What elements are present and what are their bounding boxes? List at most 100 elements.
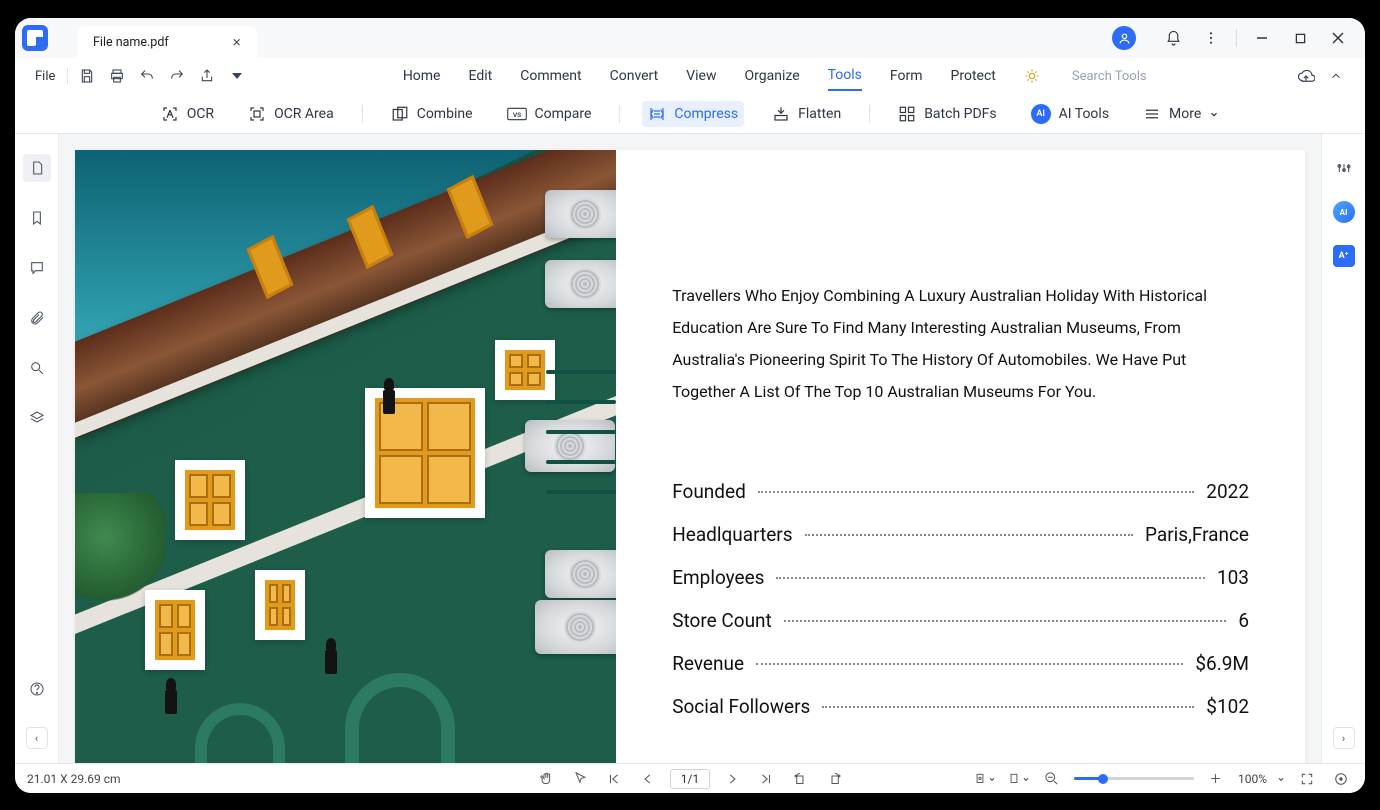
ai-badge-icon: AI [1031,104,1051,124]
fact-value: $6.9M [1195,652,1249,675]
zoom-slider[interactable] [1074,777,1194,780]
redo-icon[interactable] [162,61,192,91]
fact-value: 103 [1217,566,1249,589]
ai-tools-button[interactable]: AI AI Tools [1025,100,1115,128]
rotate-left-icon[interactable] [788,767,812,791]
zoom-level-label[interactable]: 100% [1238,772,1267,786]
fact-label: Social Followers [672,695,810,718]
close-window-button[interactable] [1319,18,1357,58]
fact-divider [756,663,1183,665]
search-panel-icon[interactable] [23,354,51,382]
fact-row: Social Followers $102 [672,695,1249,718]
document-tab-label: File name.pdf [93,35,169,50]
last-page-icon[interactable] [754,767,778,791]
fact-row: Founded2022 [672,480,1249,503]
kebab-menu-icon[interactable] [1192,18,1230,58]
save-icon[interactable] [72,61,102,91]
compress-label: Compress [674,106,738,122]
fact-divider [805,534,1133,536]
undo-icon[interactable] [132,61,162,91]
profile-button[interactable] [1112,26,1136,50]
fact-label: Revenue [672,652,744,675]
page-size-indicator: 21.01 X 29.69 cm [27,772,121,786]
compress-button[interactable]: Compress [642,101,744,127]
app-logo [15,18,55,58]
expand-right-rail-icon[interactable]: › [1333,727,1355,749]
properties-panel-icon[interactable] [1330,154,1358,182]
help-icon[interactable] [23,675,51,703]
fact-divider [784,620,1227,622]
flatten-label: Flatten [798,106,841,122]
hand-tool-icon[interactable] [534,767,558,791]
first-page-icon[interactable] [602,767,626,791]
next-page-icon[interactable] [720,767,744,791]
page-number-input[interactable]: 1/1 [670,769,710,789]
close-tab-icon[interactable]: × [233,35,241,50]
menu-organize[interactable]: Organize [745,62,800,90]
maximize-button[interactable] [1281,18,1319,58]
menu-view[interactable]: View [686,62,716,90]
more-label: More [1169,106,1201,122]
combine-button[interactable]: Combine [385,101,479,127]
print-icon[interactable] [102,61,132,91]
page-display-dropdown-icon[interactable] [1006,767,1030,791]
rotate-right-icon[interactable] [822,767,846,791]
combine-label: Combine [417,106,473,122]
collapse-ribbon-icon[interactable] [1329,69,1343,83]
cloud-upload-icon[interactable] [1297,67,1315,85]
document-image [75,150,616,763]
menu-tools[interactable]: Tools [828,61,862,91]
more-button[interactable]: More [1137,101,1225,127]
fact-divider [776,577,1204,579]
fact-label: Headlquarters [672,523,792,546]
file-menu[interactable]: File [27,69,63,84]
fullscreen-icon[interactable] [1295,767,1319,791]
menu-home[interactable]: Home [403,62,441,90]
fact-label: Store Count [672,609,772,632]
fact-value: 2022 [1206,480,1249,503]
translate-panel-icon[interactable]: A⁺ [1330,242,1358,270]
hint-icon[interactable] [1024,68,1040,84]
fact-value: $102 [1206,695,1249,718]
bookmarks-panel-icon[interactable] [23,204,51,232]
document-tab[interactable]: File name.pdf × [77,26,257,58]
ocr-area-label: OCR Area [274,106,334,122]
menu-edit[interactable]: Edit [469,62,493,90]
select-tool-icon[interactable] [568,767,592,791]
menu-form[interactable]: Form [890,62,923,90]
batch-pdfs-label: Batch PDFs [924,106,996,122]
collapse-left-rail-icon[interactable]: ‹ [26,727,48,749]
attachments-panel-icon[interactable] [23,304,51,332]
prev-page-icon[interactable] [636,767,660,791]
batch-pdfs-button[interactable]: Batch PDFs [892,101,1002,127]
fact-row: Revenue $6.9M [672,652,1249,675]
comments-panel-icon[interactable] [23,254,51,282]
menu-convert[interactable]: Convert [610,62,659,90]
read-mode-icon[interactable] [1329,767,1353,791]
notifications-icon[interactable] [1154,18,1192,58]
fact-row: Employees 103 [672,566,1249,589]
fact-label: Employees [672,566,764,589]
share-icon[interactable] [192,61,222,91]
fact-row: Store Count 6 [672,609,1249,632]
zoom-out-icon[interactable] [1040,767,1064,791]
zoom-in-icon[interactable] [1204,767,1228,791]
ai-side-panel-icon[interactable]: AI [1330,198,1358,226]
zoom-dropdown-icon[interactable] [1277,775,1285,783]
menu-protect[interactable]: Protect [951,62,996,90]
fact-divider [758,491,1194,493]
customize-dropdown-icon[interactable] [222,61,252,91]
menu-comment[interactable]: Comment [520,62,581,90]
fit-width-dropdown-icon[interactable] [972,767,996,791]
ocr-area-button[interactable]: OCR Area [242,101,340,127]
search-tools-input[interactable]: Search Tools [1072,69,1147,84]
minimize-button[interactable] [1243,18,1281,58]
compare-button[interactable]: VS Compare [501,102,598,126]
ocr-label: OCR [187,106,214,122]
ocr-button[interactable]: OCR [155,101,220,127]
thumbnails-panel-icon[interactable] [23,154,51,182]
layers-panel-icon[interactable] [23,404,51,432]
fact-value: Paris,France [1145,523,1249,546]
flatten-button[interactable]: Flatten [766,101,847,127]
fact-value: 6 [1238,609,1249,632]
